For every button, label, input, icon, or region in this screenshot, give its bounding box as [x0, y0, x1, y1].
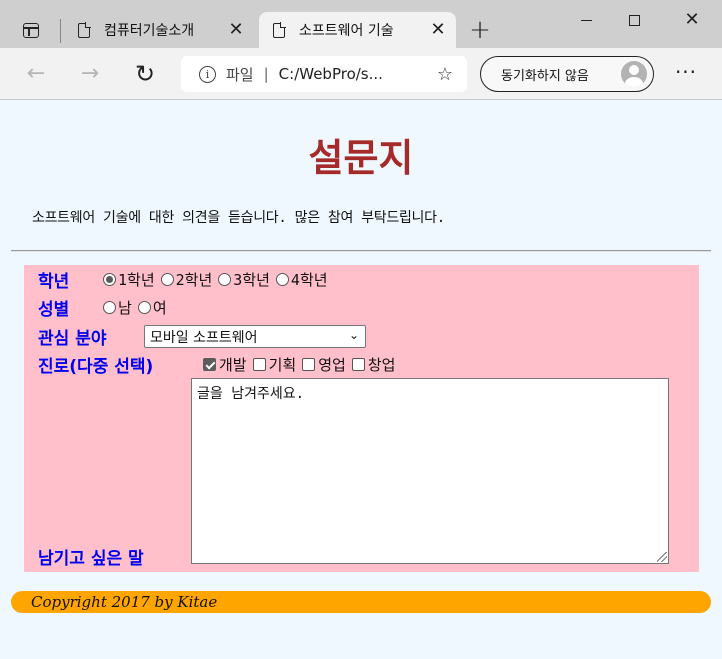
- window-close-button[interactable]: ✕: [668, 0, 716, 40]
- tab-actions-icon: [23, 23, 39, 38]
- document-icon: [273, 22, 286, 38]
- tab-separator: [60, 19, 61, 43]
- info-icon[interactable]: i: [199, 65, 216, 83]
- tab-actions-button[interactable]: [14, 16, 50, 48]
- radio-button[interactable]: [103, 301, 116, 314]
- checkbox[interactable]: [203, 358, 216, 371]
- tab-title: 소프트웨어 기술: [299, 23, 394, 39]
- sync-label: 동기화하지 않음: [501, 68, 589, 84]
- title-bar: 컴퓨터기술소개 ✕ 소프트웨어 기술 ✕ + ✕: [0, 0, 722, 48]
- add-favorite-icon[interactable]: ☆: [433, 64, 457, 85]
- gender-option-female[interactable]: 여: [137, 297, 167, 318]
- gender-label: 성별: [38, 300, 70, 320]
- tab-title: 컴퓨터기술소개: [104, 23, 195, 39]
- radio-button[interactable]: [137, 301, 151, 314]
- avatar: [621, 61, 647, 87]
- profile-sync-button[interactable]: 동기화하지 않음: [480, 56, 654, 92]
- tab-software-tech[interactable]: 소프트웨어 기술 ✕: [259, 12, 456, 48]
- url-text[interactable]: C:/WebPro/s...: [279, 65, 433, 83]
- grade-row: 학년 1학년 2학년 3학년 4학년: [38, 267, 334, 292]
- interest-row: 관심 분야 모바일 소프트웨어 ⌄: [38, 324, 366, 349]
- grade-option-3[interactable]: 3학년: [218, 269, 270, 290]
- address-toolbar: ← → ↻ i 파일 | C:/WebPro/s... ☆ 동기화하지 않음 ·…: [0, 48, 722, 100]
- checkbox[interactable]: [252, 358, 266, 371]
- maximize-button[interactable]: [610, 0, 658, 40]
- interest-selected-value: 모바일 소프트웨어: [150, 329, 258, 346]
- minimize-button[interactable]: [562, 0, 610, 40]
- radio-button[interactable]: [218, 273, 232, 286]
- comment-label: 남기고 싶은 말: [38, 549, 144, 569]
- gender-row: 성별 남 여: [38, 295, 173, 320]
- url-scheme: 파일: [226, 65, 254, 84]
- survey-form: 학년 1학년 2학년 3학년 4학년 성별 남 여 관심 분야 모바일 소프트웨…: [24, 265, 699, 572]
- more-menu-button[interactable]: ···: [670, 58, 702, 90]
- comment-textarea[interactable]: 글을 남겨주세요.: [191, 378, 669, 564]
- comment-text: 글을 남겨주세요.: [197, 386, 305, 402]
- tab-computer-tech[interactable]: 컴퓨터기술소개 ✕: [64, 12, 254, 48]
- back-button[interactable]: ←: [20, 58, 52, 90]
- comment-row: 남기고 싶은 말: [38, 544, 144, 569]
- checkbox[interactable]: [351, 358, 365, 371]
- intro-text: 소프트웨어 기술에 대한 의견을 듣습니다. 많은 참여 부탁드립니다.: [32, 210, 445, 226]
- career-option-dev[interactable]: 개발: [203, 354, 247, 375]
- career-option-sales[interactable]: 영업: [302, 354, 346, 375]
- footer: Copyright 2017 by Kitae: [11, 591, 711, 613]
- radio-button[interactable]: [160, 273, 174, 286]
- close-icon[interactable]: ✕: [424, 16, 452, 44]
- career-row: 진로(다중 선택) 개발 기획 영업 창업: [38, 352, 401, 377]
- document-icon: [78, 22, 91, 38]
- career-option-startup[interactable]: 창업: [351, 354, 395, 375]
- url-separator: |: [263, 65, 269, 83]
- close-icon[interactable]: ✕: [222, 16, 250, 44]
- radio-button[interactable]: [103, 273, 116, 286]
- grade-option-2[interactable]: 2학년: [160, 269, 212, 290]
- maximize-icon: [628, 15, 640, 26]
- gender-option-male[interactable]: 남: [103, 297, 132, 318]
- page-content: 설문지 소프트웨어 기술에 대한 의견을 듣습니다. 많은 참여 부탁드립니다.…: [0, 101, 722, 659]
- career-label: 진로(다중 선택): [38, 357, 154, 377]
- grade-option-4[interactable]: 4학년: [275, 269, 328, 290]
- minimize-icon: [580, 20, 592, 21]
- reload-button[interactable]: ↻: [129, 58, 161, 90]
- grade-label: 학년: [38, 272, 70, 292]
- resize-handle-icon[interactable]: [657, 552, 667, 562]
- checkbox[interactable]: [302, 358, 316, 371]
- page-title: 설문지: [308, 136, 414, 180]
- radio-button[interactable]: [275, 273, 289, 286]
- chevron-down-icon: ⌄: [348, 328, 359, 342]
- horizontal-rule: [11, 250, 711, 252]
- address-bar[interactable]: i 파일 | C:/WebPro/s... ☆: [181, 56, 467, 92]
- grade-option-1[interactable]: 1학년: [103, 269, 155, 290]
- interest-label: 관심 분야: [38, 329, 107, 349]
- new-tab-button[interactable]: +: [464, 16, 496, 46]
- interest-select[interactable]: 모바일 소프트웨어 ⌄: [144, 325, 366, 348]
- career-option-planning[interactable]: 기획: [252, 354, 296, 375]
- forward-button[interactable]: →: [74, 58, 106, 90]
